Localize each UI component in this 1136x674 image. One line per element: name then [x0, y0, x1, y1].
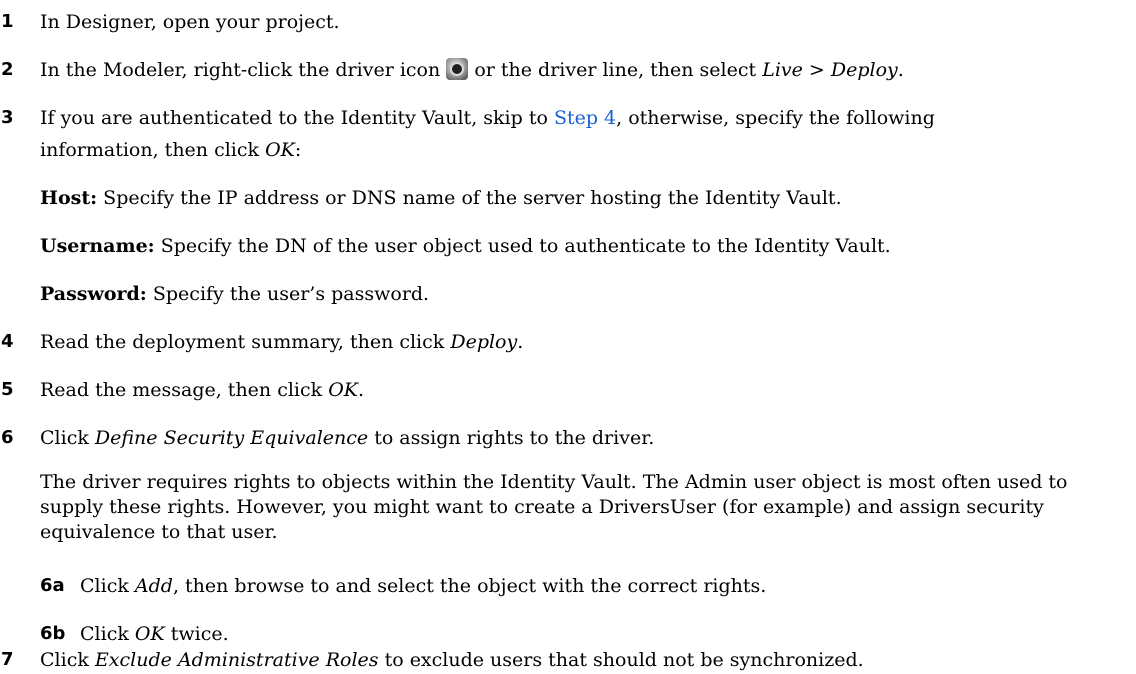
step-text-part: . [517, 331, 524, 353]
step-number: 2 [1, 59, 14, 80]
step-text-part: In the Modeler, right-click the driver i… [40, 59, 441, 81]
step-6-note: The driver requires rights to objects wi… [40, 471, 1068, 543]
step-text-part: . [357, 379, 365, 401]
ui-term: OK [328, 379, 358, 401]
step-text-part: If you are authenticated to the Identity… [40, 107, 548, 129]
step-text-part: Read the message, then click [40, 379, 323, 401]
step-number: 7 [1, 649, 14, 670]
step-text-part: or the driver line, then select [474, 59, 757, 81]
substep-number: 6b [40, 623, 66, 644]
step-number: 6 [1, 427, 14, 448]
ui-term: Define Security Equivalence [94, 427, 369, 449]
step-text-part: , then browse to and select the object w… [172, 575, 767, 597]
step-text-part: information, then click [40, 139, 260, 161]
step-text: Read the message, then click OK. [40, 378, 364, 402]
ui-term: Deploy [450, 331, 518, 353]
substep-number: 6a [40, 575, 65, 596]
substep-text: Click Add, then browse to and select the… [80, 574, 766, 598]
step-4-link[interactable]: Step 4 [554, 107, 616, 129]
step-text-part: Read the deployment summary, then click [40, 331, 445, 353]
step-number: 4 [1, 331, 14, 352]
driver-icon [446, 58, 469, 80]
step-text: information, then click OK: [40, 138, 301, 162]
step-text-part: Click [80, 575, 129, 597]
step-text: Read the deployment summary, then click … [40, 330, 523, 354]
field-label: Username: [40, 235, 155, 257]
procedure-document: 1 In Designer, open your project. 2 In t… [0, 0, 1136, 671]
step-text: Click Define Security Equivalence to ass… [40, 426, 654, 450]
substep-text: Click OK twice. [80, 622, 229, 646]
step-text-part: Click [40, 427, 89, 449]
step-text: Click Exclude Administrative Roles to ex… [40, 648, 864, 672]
step-text-part: : [294, 139, 302, 161]
ui-term: OK [134, 623, 165, 645]
step-text-part: to exclude users that should not be sync… [384, 649, 864, 671]
ui-term: OK [265, 139, 295, 161]
step-number: 1 [1, 11, 14, 32]
step-text-part: to assign rights to the driver. [374, 427, 655, 449]
step-text-part: twice. [170, 623, 229, 645]
step-text: In Designer, open your project. [40, 11, 340, 33]
field-description: Specify the user’s password. [152, 283, 430, 305]
field-label: Password: [40, 283, 147, 305]
step-number: 5 [1, 379, 14, 400]
step-text: In the Modeler, right-click the driver i… [40, 58, 904, 82]
menu-path: Live > Deploy [762, 59, 898, 81]
ui-term: Add [134, 575, 173, 597]
step-text: If you are authenticated to the Identity… [40, 106, 935, 130]
step-text-part: Click [80, 623, 129, 645]
field-label: Host: [40, 187, 98, 209]
step-text-part: , otherwise, specify the following [616, 107, 935, 129]
step-text-part: Click [40, 649, 89, 671]
field-description: Specify the DN of the user object used t… [160, 235, 891, 257]
step-text-part: . [897, 59, 904, 81]
step-number: 3 [1, 107, 14, 128]
ui-term: Exclude Administrative Roles [94, 649, 379, 671]
field-description: Specify the IP address or DNS name of th… [103, 187, 842, 209]
